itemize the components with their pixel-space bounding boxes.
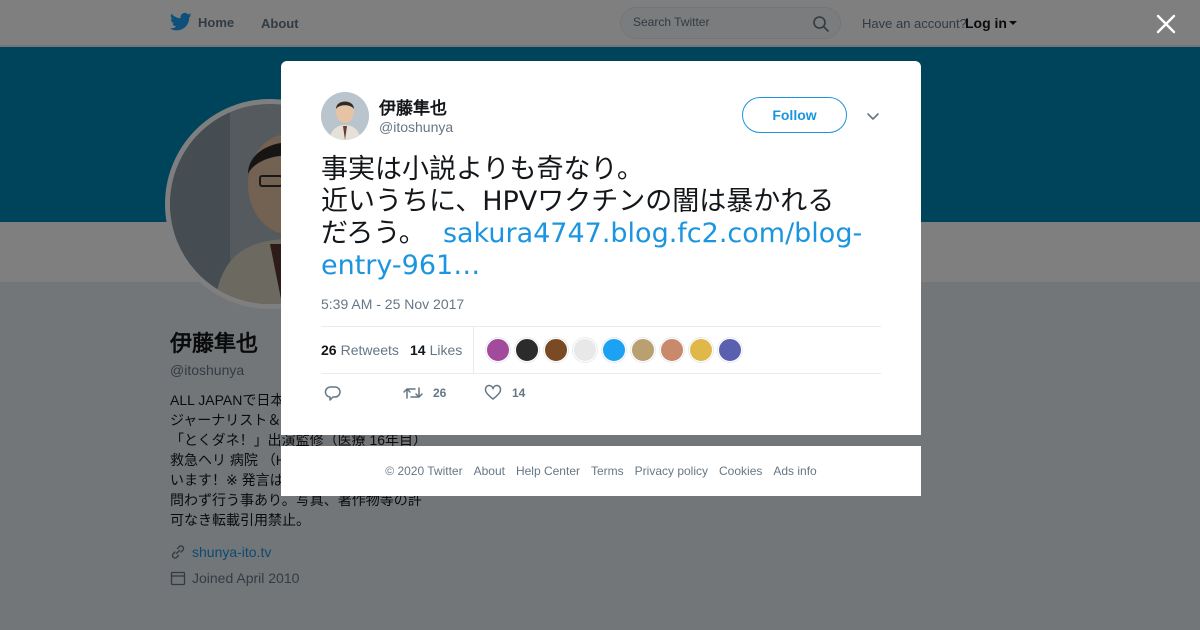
retweet-icon — [403, 387, 423, 399]
tweet-modal: 伊藤隼也 @itoshunya Follow 事実は小説よりも奇なり。 近いうち… — [281, 61, 921, 435]
tweet-author-handle[interactable]: @itoshunya — [379, 119, 453, 135]
close-icon[interactable] — [1155, 13, 1177, 35]
tweet-stats: 26 Retweets 14 Likes — [321, 326, 881, 374]
tweet-actions: 26 14 — [321, 384, 881, 408]
liker-avatar[interactable] — [689, 338, 713, 362]
heart-icon — [484, 384, 502, 400]
tweet-author-name[interactable]: 伊藤隼也 — [379, 94, 447, 119]
retweets-label: Retweets — [340, 342, 399, 358]
tweet-text-line-3-text: だろう。 — [321, 218, 426, 249]
liker-avatar[interactable] — [515, 338, 539, 362]
follow-button[interactable]: Follow — [742, 97, 847, 133]
modal-footer: © 2020 Twitter About Help Center Terms Priva… — [281, 446, 921, 496]
footer-link[interactable]: Terms — [591, 464, 624, 478]
tweet-text-line-4: entry-961… — [321, 250, 881, 282]
tweet-text-line-1: 事実は小説よりも奇なり。 — [321, 154, 644, 185]
reply-icon — [324, 386, 341, 401]
liker-avatar[interactable] — [602, 338, 626, 362]
like-button[interactable]: 14 — [484, 384, 525, 402]
tweet-link-continued[interactable]: entry-961… — [321, 250, 480, 281]
retweet-button[interactable]: 26 — [403, 384, 446, 402]
footer-link[interactable]: Ads info — [773, 464, 816, 478]
tweet-text-line-3: だろう。 sakura4747.blog.fc2.com/blog- — [321, 218, 881, 250]
footer-copyright: © 2020 Twitter — [385, 464, 463, 478]
likes-stat[interactable]: 14 Likes — [410, 342, 462, 358]
liker-avatar[interactable] — [718, 338, 742, 362]
tweet-text: 事実は小説よりも奇なり。 近いうちに、HPVワクチンの闇は暴かれる だろう。 s… — [321, 154, 881, 282]
likes-label: Likes — [429, 342, 463, 358]
footer-link[interactable]: Cookies — [719, 464, 762, 478]
tweet-author-avatar[interactable] — [321, 92, 369, 140]
liker-avatar[interactable] — [660, 338, 684, 362]
footer-link[interactable]: About — [474, 464, 505, 478]
likes-count: 14 — [410, 342, 426, 358]
reply-button[interactable] — [324, 384, 342, 402]
author-photo — [321, 92, 369, 140]
liker-avatar[interactable] — [573, 338, 597, 362]
tweet-link[interactable]: sakura4747.blog.fc2.com/blog- — [443, 218, 862, 249]
stats-divider — [473, 327, 474, 373]
chevron-down-icon[interactable] — [864, 107, 882, 125]
retweet-count: 26 — [433, 386, 447, 400]
footer-link[interactable]: Privacy policy — [635, 464, 708, 478]
tweet-text-line-2: 近いうちに、HPVワクチンの闇は暴かれる — [321, 186, 835, 217]
liker-avatars — [486, 338, 742, 362]
retweets-count: 26 — [321, 342, 337, 358]
liker-avatar[interactable] — [486, 338, 510, 362]
liker-avatar[interactable] — [631, 338, 655, 362]
liker-avatar[interactable] — [544, 338, 568, 362]
footer-link[interactable]: Help Center — [516, 464, 580, 478]
tweet-timestamp[interactable]: 5:39 AM - 25 Nov 2017 — [321, 296, 464, 312]
retweets-stat[interactable]: 26 Retweets — [321, 342, 399, 358]
like-count: 14 — [512, 386, 526, 400]
